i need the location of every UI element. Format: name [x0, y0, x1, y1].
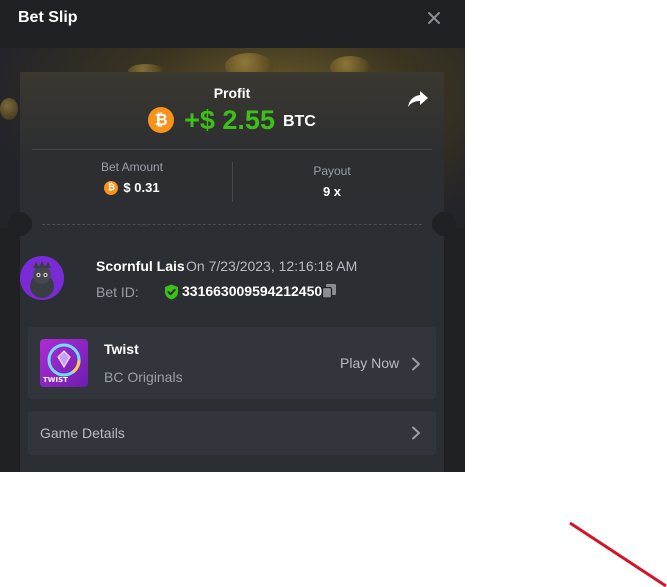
game-card[interactable]: TWIST Twist BC Originals Play Now	[28, 327, 436, 399]
btc-coin-icon: ₿	[148, 107, 175, 133]
profit-section: Profit ₿ +$ 2.55 BTC Bet Amount ₿ $ 0.31	[20, 72, 444, 224]
payout-stat: Payout 9 x	[232, 164, 432, 199]
bet-id-label: Bet ID:	[96, 284, 139, 300]
game-details-label: Game Details	[40, 425, 125, 441]
decorative-coin	[0, 98, 18, 120]
annotation-line	[569, 521, 667, 587]
profit-currency: BTC	[282, 112, 316, 130]
modal-title: Bet Slip	[18, 9, 78, 26]
shield-check-icon	[164, 284, 179, 300]
chevron-right-icon	[411, 426, 421, 440]
bet-amount-value: $ 0.31	[123, 180, 160, 195]
play-now-button[interactable]: Play Now	[340, 355, 399, 371]
profit-value: +$ 2.55	[184, 104, 275, 135]
bet-slip-modal: Bet Slip Profit ₿ +$ 2.55 BTC Bet Amount…	[0, 0, 465, 472]
close-icon[interactable]	[424, 8, 444, 28]
bet-amount-label: Bet Amount	[100, 160, 164, 174]
modal-header: Bet Slip	[0, 0, 465, 48]
bet-amount-stat: Bet Amount ₿ $ 0.31	[32, 160, 232, 195]
bet-id-value: 331663009594212450	[182, 283, 323, 299]
copy-icon[interactable]	[321, 283, 337, 299]
profit-label: Profit	[213, 85, 251, 101]
payout-value: 9 x	[322, 184, 342, 199]
game-thumbnail-label: TWIST	[43, 376, 68, 384]
profit-row: ₿ +$ 2.55 BTC	[20, 102, 444, 138]
ticket-notch-right	[432, 212, 456, 236]
bet-date: On 7/23/2023, 12:16:18 AM	[186, 258, 358, 274]
avatar[interactable]	[20, 256, 64, 300]
game-provider: BC Originals	[104, 369, 183, 385]
username[interactable]: Scornful Lais	[96, 258, 185, 274]
bet-user-row: Scornful Lais On 7/23/2023, 12:16:18 AM …	[20, 256, 440, 306]
share-icon[interactable]	[406, 88, 430, 110]
game-name: Twist	[104, 341, 139, 357]
btc-coin-icon: ₿	[104, 180, 119, 195]
game-details-button[interactable]: Game Details	[28, 411, 436, 455]
game-thumbnail: TWIST	[40, 339, 88, 387]
dashed-divider	[42, 224, 422, 225]
bet-amount-value-row: ₿ $ 0.31	[32, 180, 232, 195]
chevron-right-icon	[411, 357, 421, 371]
ticket-notch-left	[8, 212, 32, 236]
payout-label: Payout	[313, 164, 351, 178]
divider	[32, 149, 432, 150]
